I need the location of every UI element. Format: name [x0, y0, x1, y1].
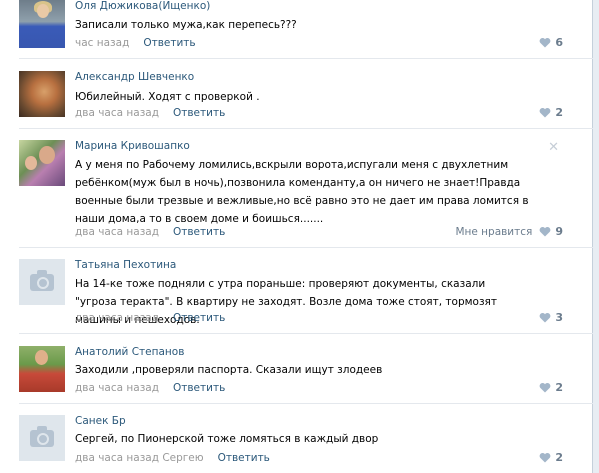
- like-button[interactable]: Мне нравится 9: [455, 225, 563, 238]
- divider: [19, 333, 593, 334]
- comment-author[interactable]: Марина Кривошапко: [75, 140, 190, 152]
- like-button[interactable]: 2: [539, 381, 563, 394]
- heart-icon: [539, 383, 551, 393]
- camera-icon: [30, 425, 54, 447]
- like-count: 3: [555, 311, 563, 324]
- camera-icon: [30, 269, 54, 291]
- reply-link[interactable]: Ответить: [218, 452, 270, 464]
- comment-time[interactable]: два часа назад: [75, 226, 159, 238]
- like-count: 2: [555, 381, 563, 394]
- comment-text: А у меня по Рабочему ломились,вскрыли во…: [75, 159, 529, 225]
- reply-link[interactable]: Ответить: [143, 37, 195, 49]
- reply-link[interactable]: Ответить: [173, 107, 225, 119]
- comment-author[interactable]: Татьяна Пехотина: [75, 259, 176, 271]
- divider: [19, 58, 593, 59]
- reply-link[interactable]: Ответить: [173, 226, 225, 238]
- comment-meta: два часа назад Ответить: [75, 107, 225, 119]
- comment-meta: два часа назад Ответить: [75, 226, 225, 238]
- comment-time[interactable]: два часа назад: [75, 382, 159, 394]
- avatar[interactable]: [19, 346, 65, 392]
- avatar[interactable]: [19, 415, 65, 461]
- divider: [19, 128, 593, 129]
- heart-icon: [539, 453, 551, 463]
- comment-author[interactable]: Оля Дюжикова(Ищенко): [75, 0, 210, 12]
- heart-icon: [539, 108, 551, 118]
- comment-text: Записали только мужа,как перепесь???: [75, 19, 297, 31]
- like-count: 2: [555, 106, 563, 119]
- close-icon[interactable]: ✕: [548, 140, 559, 155]
- scrollbar-track[interactable]: [592, 0, 599, 473]
- comment-meta: час назад Ответить: [75, 37, 196, 49]
- heart-icon: [539, 227, 551, 237]
- comment-time[interactable]: час назад: [75, 37, 129, 49]
- avatar[interactable]: [19, 0, 65, 48]
- comment-text: Сергей, по Пионерской тоже ломяться в ка…: [75, 433, 379, 445]
- comment-meta: два часа назад Ответить: [75, 382, 225, 394]
- comment-text: Юбилейный. Ходят с проверкой .: [75, 91, 260, 103]
- comment-meta: два часа назад Ответить: [75, 312, 225, 324]
- avatar[interactable]: [19, 71, 65, 117]
- comment-time[interactable]: два часа назад: [75, 312, 159, 324]
- divider: [19, 247, 593, 248]
- reply-link[interactable]: Ответить: [173, 312, 225, 324]
- like-button[interactable]: 2: [539, 451, 563, 464]
- comment-text: Заходили ,проверяли паспорта. Сказали ищ…: [75, 364, 383, 376]
- heart-icon: [539, 313, 551, 323]
- comment-author[interactable]: Санек Бр: [75, 415, 126, 427]
- comment-meta: два часа назад Сергею Ответить: [75, 452, 270, 464]
- like-count: 6: [555, 36, 563, 49]
- divider: [19, 403, 593, 404]
- comment-time[interactable]: два часа назад Сергею: [75, 452, 204, 464]
- like-count: 9: [555, 225, 563, 238]
- like-count: 2: [555, 451, 563, 464]
- like-button[interactable]: 6: [539, 36, 563, 49]
- avatar[interactable]: [19, 140, 65, 186]
- comment-author[interactable]: Анатолий Степанов: [75, 346, 184, 358]
- like-button[interactable]: 2: [539, 106, 563, 119]
- heart-icon: [539, 38, 551, 48]
- reply-link[interactable]: Ответить: [173, 382, 225, 394]
- like-button[interactable]: 3: [539, 311, 563, 324]
- comment-time[interactable]: два часа назад: [75, 107, 159, 119]
- like-label: Мне нравится: [455, 225, 533, 238]
- comment-author[interactable]: Александр Шевченко: [75, 71, 194, 83]
- avatar[interactable]: [19, 259, 65, 305]
